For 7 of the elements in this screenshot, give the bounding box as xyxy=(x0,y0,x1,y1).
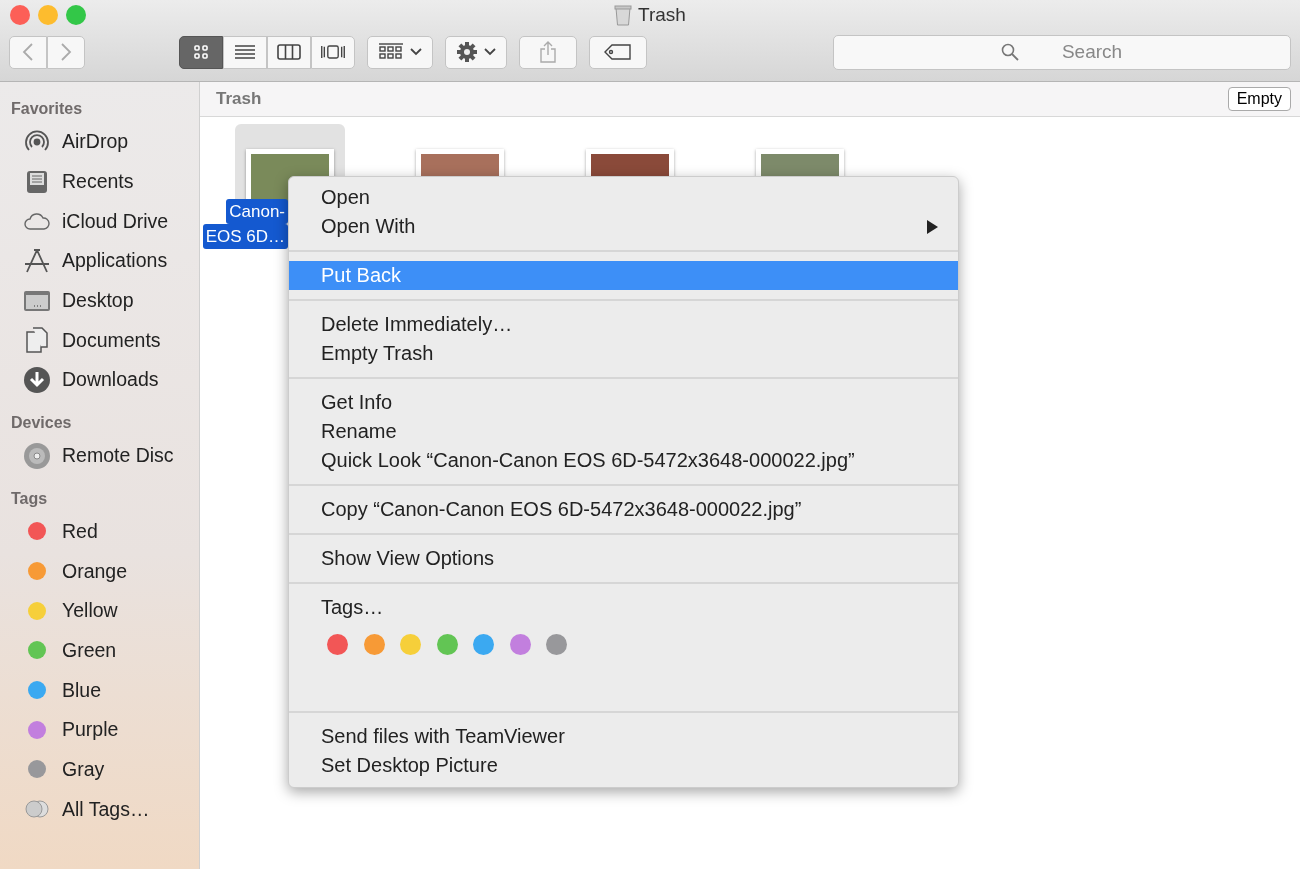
folder-title: Trash xyxy=(216,89,262,109)
window-title: Trash xyxy=(638,4,686,26)
file-name: Canon- xyxy=(226,199,288,224)
sidebar-heading: Favorites xyxy=(10,100,84,119)
file-name: EOS 6D… xyxy=(202,224,288,249)
sidebar-heading: Tags xyxy=(10,489,49,509)
sidebar-heading: Devices xyxy=(10,413,73,433)
